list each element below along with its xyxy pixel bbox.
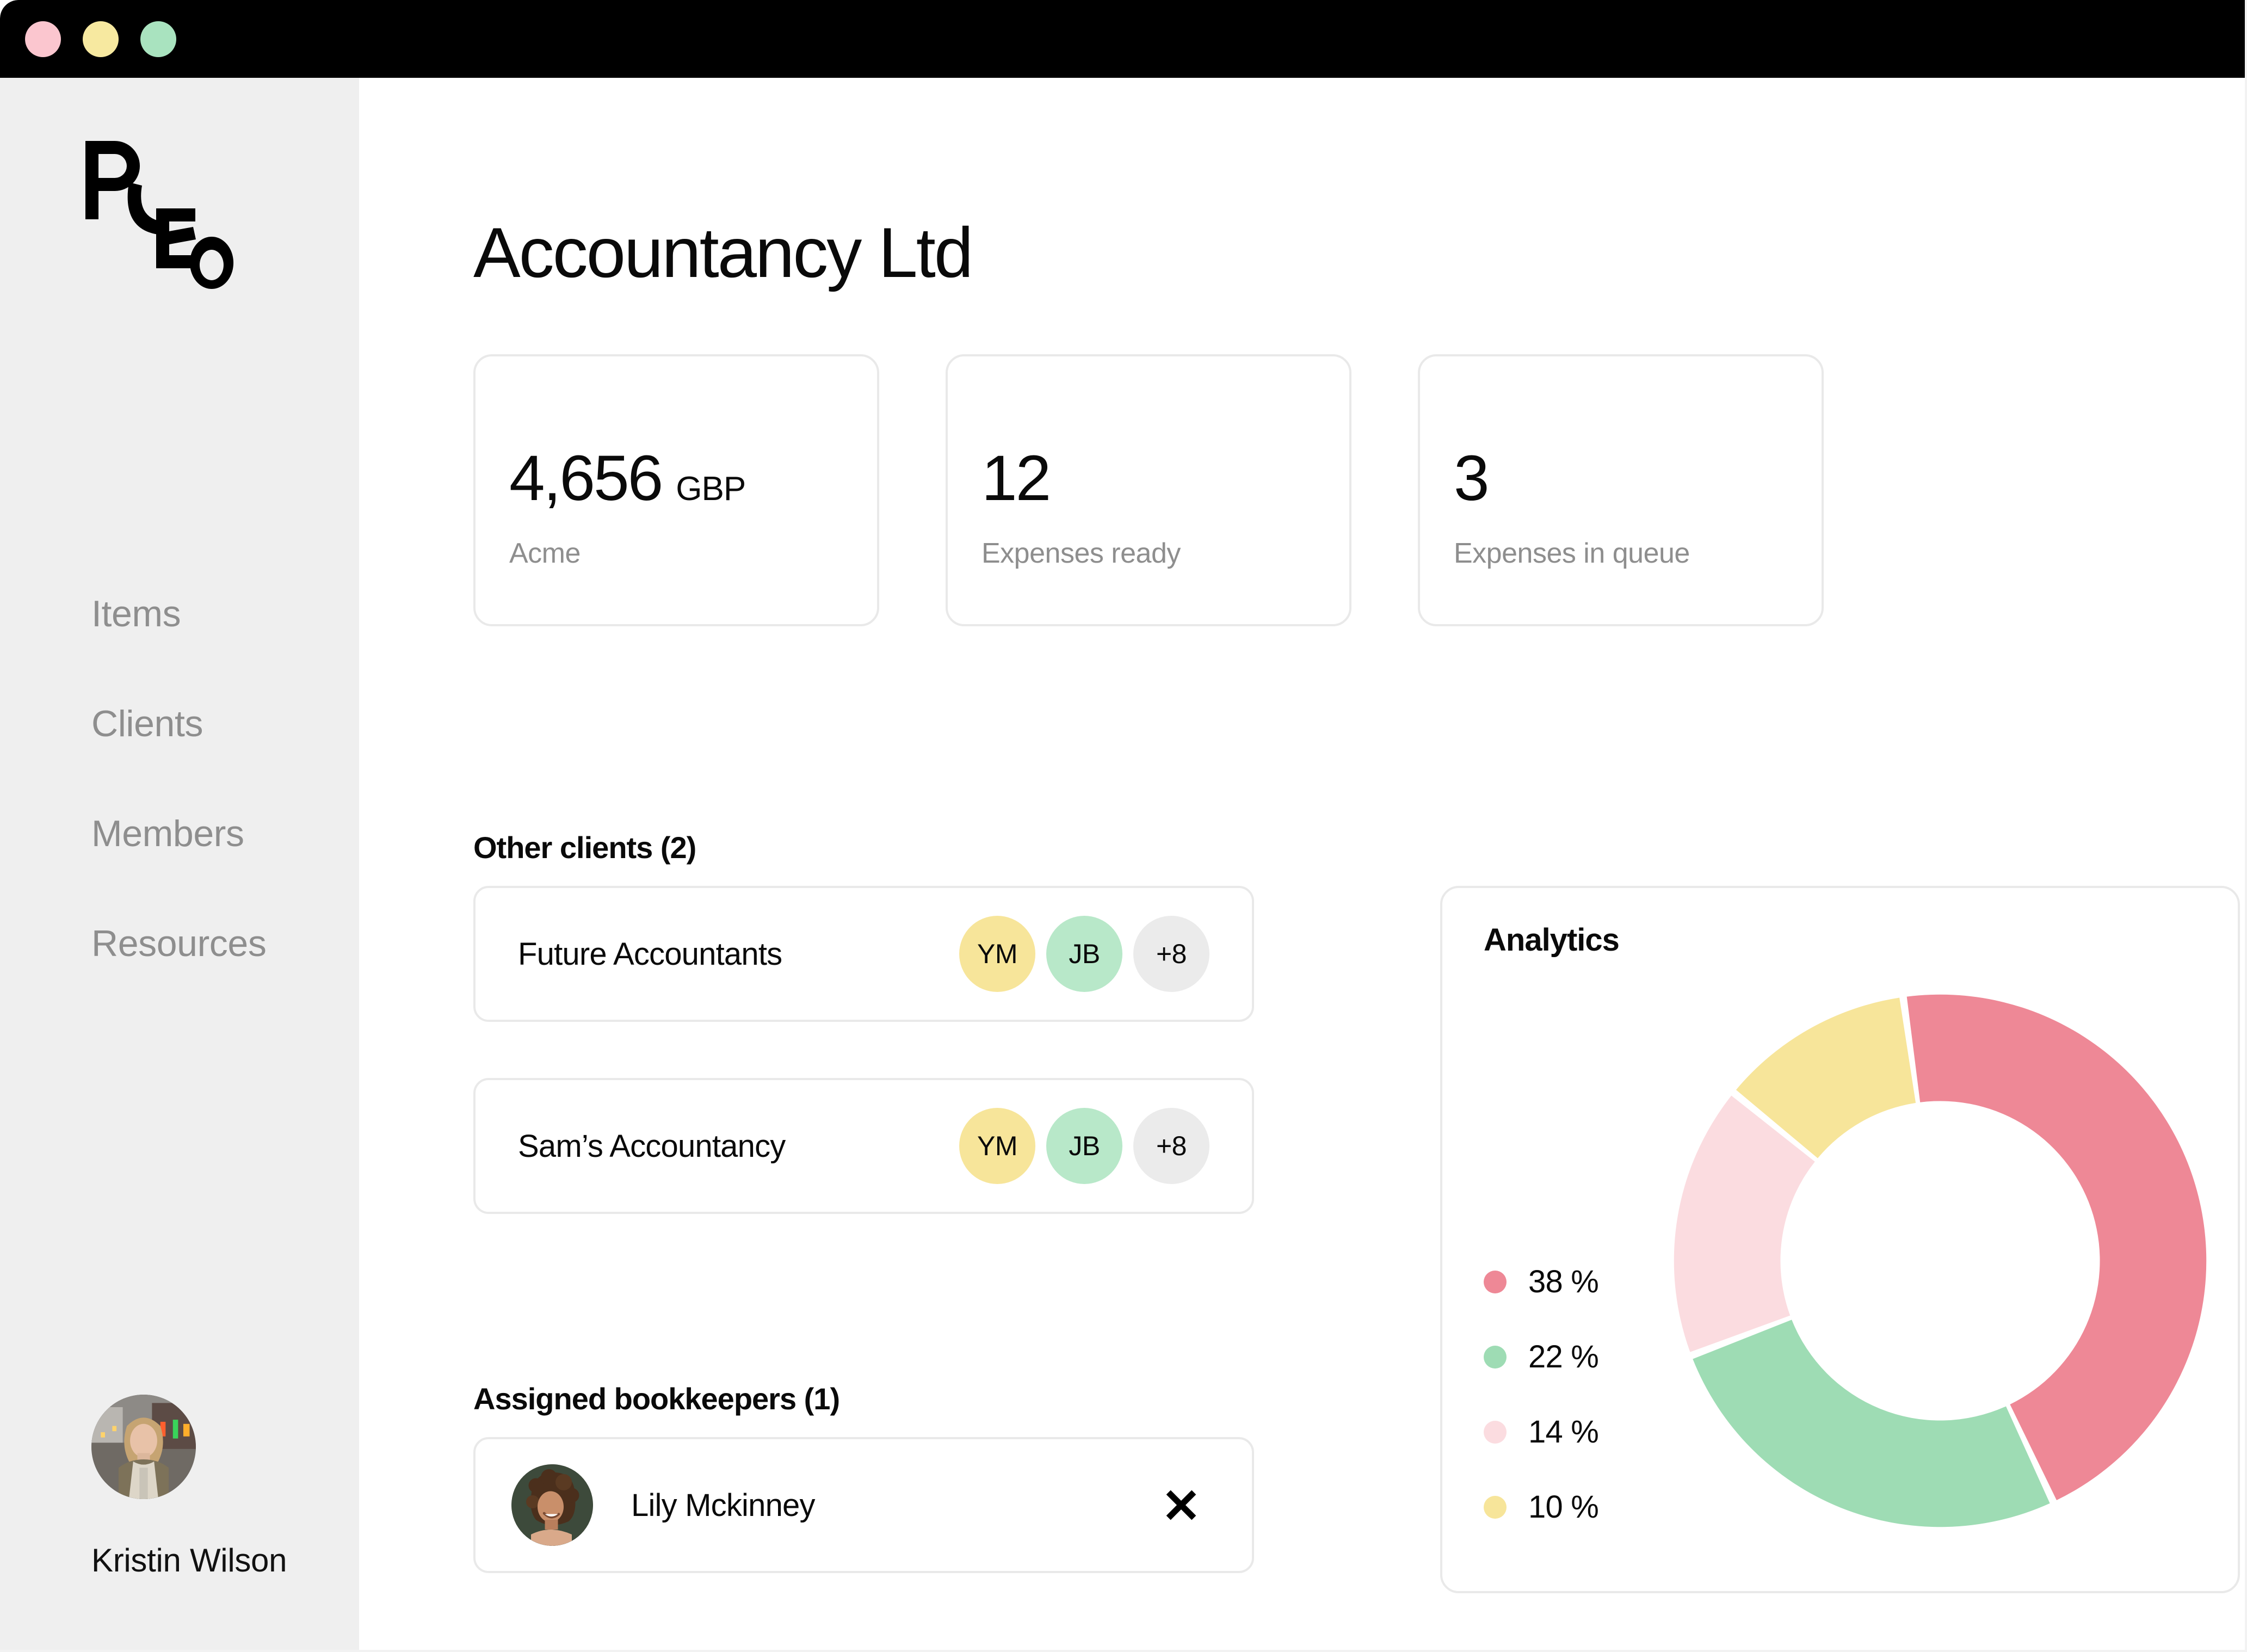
analytics-title: Analytics [1484, 922, 1620, 958]
stat-card-expenses-ready[interactable]: 12 Expenses ready [946, 354, 1351, 626]
stat-value: 3 [1454, 442, 1490, 514]
donut-chart [1660, 981, 2220, 1541]
analytics-panel: Analytics 38 % 22 % 14 % 10 % [1440, 886, 2240, 1593]
stat-cards-row: 4,656 GBP Acme 12 Expenses ready 3 Expen… [473, 354, 1824, 626]
legend-label: 22 % [1528, 1339, 1599, 1374]
app-window: Items Clients Members Resources Kristin … [0, 0, 2247, 1652]
legend-item[interactable]: 38 % [1484, 1263, 1599, 1300]
close-window-button[interactable] [25, 21, 61, 57]
donut-segment[interactable] [1693, 1320, 2050, 1527]
assigned-bookkeepers-heading: Assigned bookkeepers (1) [473, 1382, 840, 1416]
sidebar-item-items[interactable]: Items [91, 595, 353, 633]
main-content: Accountancy Ltd 4,656 GBP Acme 12 Expens… [359, 78, 2247, 1652]
legend-color-swatch [1484, 1345, 1507, 1369]
client-avatar-group: YM JB +8 [959, 916, 1209, 992]
page-title: Accountancy Ltd [473, 213, 973, 292]
legend-color-swatch [1484, 1270, 1507, 1293]
legend-item[interactable]: 10 % [1484, 1489, 1599, 1525]
other-clients-heading: Other clients (2) [473, 830, 696, 865]
stat-label: Expenses in queue [1454, 538, 1690, 569]
legend-color-swatch [1484, 1495, 1507, 1519]
window-titlebar [0, 0, 2247, 78]
avatar-initials[interactable]: YM [959, 1108, 1035, 1184]
client-avatar-group: YM JB +8 [959, 1108, 1209, 1184]
user-avatar[interactable] [91, 1395, 196, 1499]
maximize-window-button[interactable] [140, 21, 176, 57]
legend-label: 38 % [1528, 1264, 1599, 1299]
client-name: Sam’s Accountancy [518, 1128, 786, 1164]
legend-item[interactable]: 22 % [1484, 1339, 1599, 1375]
sidebar: Items Clients Members Resources Kristin … [0, 78, 359, 1652]
bookkeeper-avatar [511, 1464, 593, 1546]
avatar-overflow-count[interactable]: +8 [1133, 916, 1209, 992]
sidebar-user-profile[interactable]: Kristin Wilson [91, 1395, 347, 1579]
stat-number: 3 [1454, 442, 1490, 514]
stat-label: Acme [509, 538, 581, 569]
bookkeeper-row[interactable]: Lily Mckinney [473, 1437, 1254, 1573]
client-row[interactable]: Sam’s Accountancy YM JB +8 [473, 1078, 1254, 1214]
legend-color-swatch [1484, 1420, 1507, 1444]
legend-item[interactable]: 14 % [1484, 1414, 1599, 1450]
stat-card-expenses-queue[interactable]: 3 Expenses in queue [1418, 354, 1824, 626]
sidebar-item-members[interactable]: Members [91, 815, 353, 853]
stat-label: Expenses ready [981, 538, 1181, 569]
minimize-window-button[interactable] [83, 21, 119, 57]
bookkeeper-name: Lily Mckinney [631, 1487, 816, 1523]
sidebar-item-resources[interactable]: Resources [91, 924, 353, 963]
stat-card-balance[interactable]: 4,656 GBP Acme [473, 354, 879, 626]
stat-number: 12 [981, 442, 1051, 514]
stat-value: 12 [981, 442, 1051, 514]
sidebar-nav: Items Clients Members Resources [91, 595, 353, 1034]
close-icon[interactable] [1156, 1480, 1206, 1530]
stat-value: 4,656 GBP [509, 442, 746, 522]
stat-number: 4,656 [509, 442, 663, 514]
donut-legend: 38 % 22 % 14 % 10 % [1484, 1263, 1599, 1525]
legend-label: 14 % [1528, 1414, 1599, 1450]
legend-label: 10 % [1528, 1489, 1599, 1525]
avatar-initials[interactable]: JB [1046, 916, 1122, 992]
client-row[interactable]: Future Accountants YM JB +8 [473, 886, 1254, 1022]
sidebar-item-clients[interactable]: Clients [91, 705, 353, 743]
client-name: Future Accountants [518, 936, 782, 972]
stat-currency: GBP [676, 470, 746, 508]
user-name: Kristin Wilson [91, 1542, 287, 1579]
pleo-logo[interactable] [79, 132, 242, 295]
avatar-initials[interactable]: YM [959, 916, 1035, 992]
avatar-initials[interactable]: JB [1046, 1108, 1122, 1184]
avatar-overflow-count[interactable]: +8 [1133, 1108, 1209, 1184]
